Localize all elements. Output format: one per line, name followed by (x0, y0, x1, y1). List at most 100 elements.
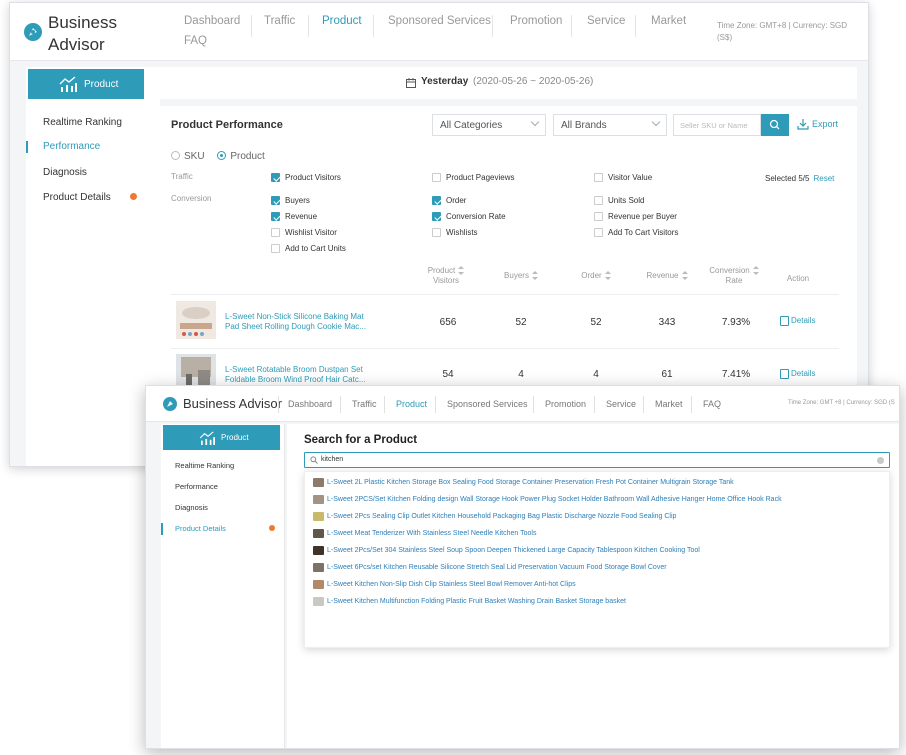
sidebar-header[interactable]: Product (28, 69, 144, 99)
export-button[interactable]: Export (797, 119, 838, 130)
nav-traffic[interactable]: Traffic (264, 15, 295, 27)
sku-search-input[interactable]: Seller SKU or Name (673, 114, 761, 136)
column-buyers[interactable]: Buyers (491, 271, 551, 281)
suggestion-item[interactable]: L-Sweet 2Pcs Sealing Clip Outlet Kitchen… (313, 511, 676, 523)
nav-sponsored-services[interactable]: Sponsored Services (447, 399, 528, 409)
product-search-input[interactable]: kitchen (304, 452, 890, 468)
sidebar-item-product-details[interactable]: Product Details (161, 523, 226, 535)
nav-product[interactable]: Product (396, 399, 427, 409)
category-select[interactable]: All Categories (432, 114, 546, 136)
search-icon (769, 119, 780, 130)
suggestion-item[interactable]: L-Sweet 6Pcs/set Kitchen Reusable Silico… (313, 562, 667, 574)
product-chart-icon (59, 76, 77, 92)
sort-icon (604, 271, 611, 281)
sort-icon (458, 266, 465, 276)
checkbox-product-pageviews[interactable]: Product Pageviews (432, 173, 514, 182)
cell-order: 4 (593, 369, 599, 380)
divider (171, 294, 839, 295)
nav-traffic[interactable]: Traffic (352, 399, 377, 409)
timezone-info: Time Zone: GMT +8 | Currency: SGD (S (788, 400, 895, 406)
nav-faq[interactable]: FAQ (184, 35, 207, 47)
checkbox-wishlist-visitor[interactable]: Wishlist Visitor (271, 228, 337, 237)
column-order[interactable]: Order (566, 271, 626, 281)
search-title: Search for a Product (304, 434, 418, 446)
sidebar-header[interactable]: Product (163, 425, 280, 450)
search-panel: Search for a Product kitchen L-Sweet 2L … (287, 424, 899, 748)
checkbox-revenue[interactable]: Revenue (271, 212, 317, 221)
nav-product[interactable]: Product (322, 15, 362, 27)
nav-sponsored-services[interactable]: Sponsored Services (388, 15, 491, 27)
clear-icon[interactable] (877, 456, 884, 464)
checkbox-buyers[interactable]: Buyers (271, 196, 310, 205)
calendar-icon (406, 78, 416, 88)
cell-visitors: 54 (442, 369, 454, 380)
column-conversion-rate[interactable]: Conversion Rate (701, 266, 767, 286)
nav-service[interactable]: Service (606, 399, 636, 409)
suggestion-item[interactable]: L-Sweet Kitchen Non-Slip Dish Clip Stain… (313, 579, 576, 591)
column-product-visitors[interactable]: Product Visitors (411, 266, 481, 286)
conversion-label: Conversion (171, 194, 212, 203)
product-thumbnail (313, 512, 324, 521)
sidebar-item-diagnosis[interactable]: Diagnosis (26, 167, 87, 178)
suggestion-item[interactable]: L-Sweet 2Pcs/Set 304 Stainless Steel Sou… (313, 545, 700, 557)
suggestion-item[interactable]: L-Sweet 2PCS/Set Kitchen Folding design … (313, 494, 782, 506)
checkbox-visitor-value[interactable]: Visitor Value (594, 173, 652, 182)
checkbox-revenue-per-buyer[interactable]: Revenue per Buyer (594, 212, 677, 221)
suggestion-item[interactable]: L-Sweet 2L Plastic Kitchen Storage Box S… (313, 477, 734, 489)
sidebar: Product Realtime Ranking Performance Dia… (161, 424, 285, 748)
nav-dashboard[interactable]: Dashboard (288, 399, 332, 409)
details-link[interactable]: Details (780, 369, 815, 379)
nav-faq[interactable]: FAQ (703, 399, 721, 409)
cell-buyers: 4 (518, 369, 524, 380)
checkbox-units-sold[interactable]: Units Sold (594, 196, 644, 205)
reset-link[interactable]: Reset (813, 174, 834, 183)
sidebar-item-performance[interactable]: Performance (26, 141, 100, 153)
checkbox-add-to-cart-visitors[interactable]: Add To Cart Visitors (594, 228, 678, 237)
checkbox-conversion-rate[interactable]: Conversion Rate (432, 212, 506, 221)
nav-service[interactable]: Service (587, 15, 625, 27)
chevron-down-icon (651, 117, 661, 127)
nav-market[interactable]: Market (655, 399, 683, 409)
suggestion-item[interactable]: L-Sweet Meat Tenderizer With Stainless S… (313, 528, 536, 540)
divider (171, 348, 839, 349)
suggestion-item[interactable]: L-Sweet Kitchen Multifunction Folding Pl… (313, 596, 626, 608)
nav-promotion[interactable]: Promotion (545, 399, 586, 409)
product-thumbnail (313, 478, 324, 487)
cell-buyers: 52 (515, 317, 527, 328)
traffic-label: Traffic (171, 172, 193, 181)
checkbox-wishlists[interactable]: Wishlists (432, 228, 478, 237)
date-bar[interactable]: Yesterday (2020-05-26 ~ 2020-05-26) (153, 67, 857, 99)
nav-promotion[interactable]: Promotion (510, 15, 562, 27)
column-revenue[interactable]: Revenue (637, 271, 697, 281)
checkbox-add-to-cart-units[interactable]: Add to Cart Units (271, 244, 346, 253)
product-thumbnail (313, 495, 324, 504)
sidebar-item-realtime-ranking[interactable]: Realtime Ranking (161, 461, 234, 470)
sidebar-item-diagnosis[interactable]: Diagnosis (161, 503, 208, 512)
sort-icon (752, 266, 759, 276)
radio-sku[interactable]: SKU (171, 151, 205, 162)
product-thumbnail (313, 563, 324, 572)
date-range: (2020-05-26 ~ 2020-05-26) (473, 76, 594, 87)
sidebar-item-product-details[interactable]: Product Details (26, 192, 111, 203)
details-link[interactable]: Details (780, 316, 815, 326)
sidebar-item-performance[interactable]: Performance (161, 482, 218, 491)
search-button[interactable] (761, 114, 789, 136)
nav-market[interactable]: Market (651, 15, 686, 27)
brand-select[interactable]: All Brands (553, 114, 667, 136)
product-name-link[interactable]: L-Sweet Rotatable Broom Dustpan Set Folda… (225, 365, 385, 385)
checkbox-order[interactable]: Order (432, 196, 466, 205)
brand-name: Business Advisor (48, 13, 117, 54)
date-label: Yesterday (421, 76, 469, 87)
product-name-link[interactable]: L-Sweet Non-Stick Silicone Baking Mat Pad… (225, 312, 385, 332)
radio-product[interactable]: Product (217, 151, 265, 162)
view-type-radio: SKU Product (171, 151, 265, 162)
search-icon (310, 456, 318, 464)
nav-dashboard[interactable]: Dashboard (184, 15, 240, 27)
download-icon (797, 119, 809, 130)
search-window: Business Advisor Dashboard Traffic Produ… (145, 385, 900, 749)
column-action: Action (786, 274, 810, 283)
notification-dot (130, 193, 137, 200)
checkbox-product-visitors[interactable]: Product Visitors (271, 173, 341, 182)
sidebar-item-realtime-ranking[interactable]: Realtime Ranking (26, 117, 122, 128)
cell-revenue: 61 (661, 369, 673, 380)
